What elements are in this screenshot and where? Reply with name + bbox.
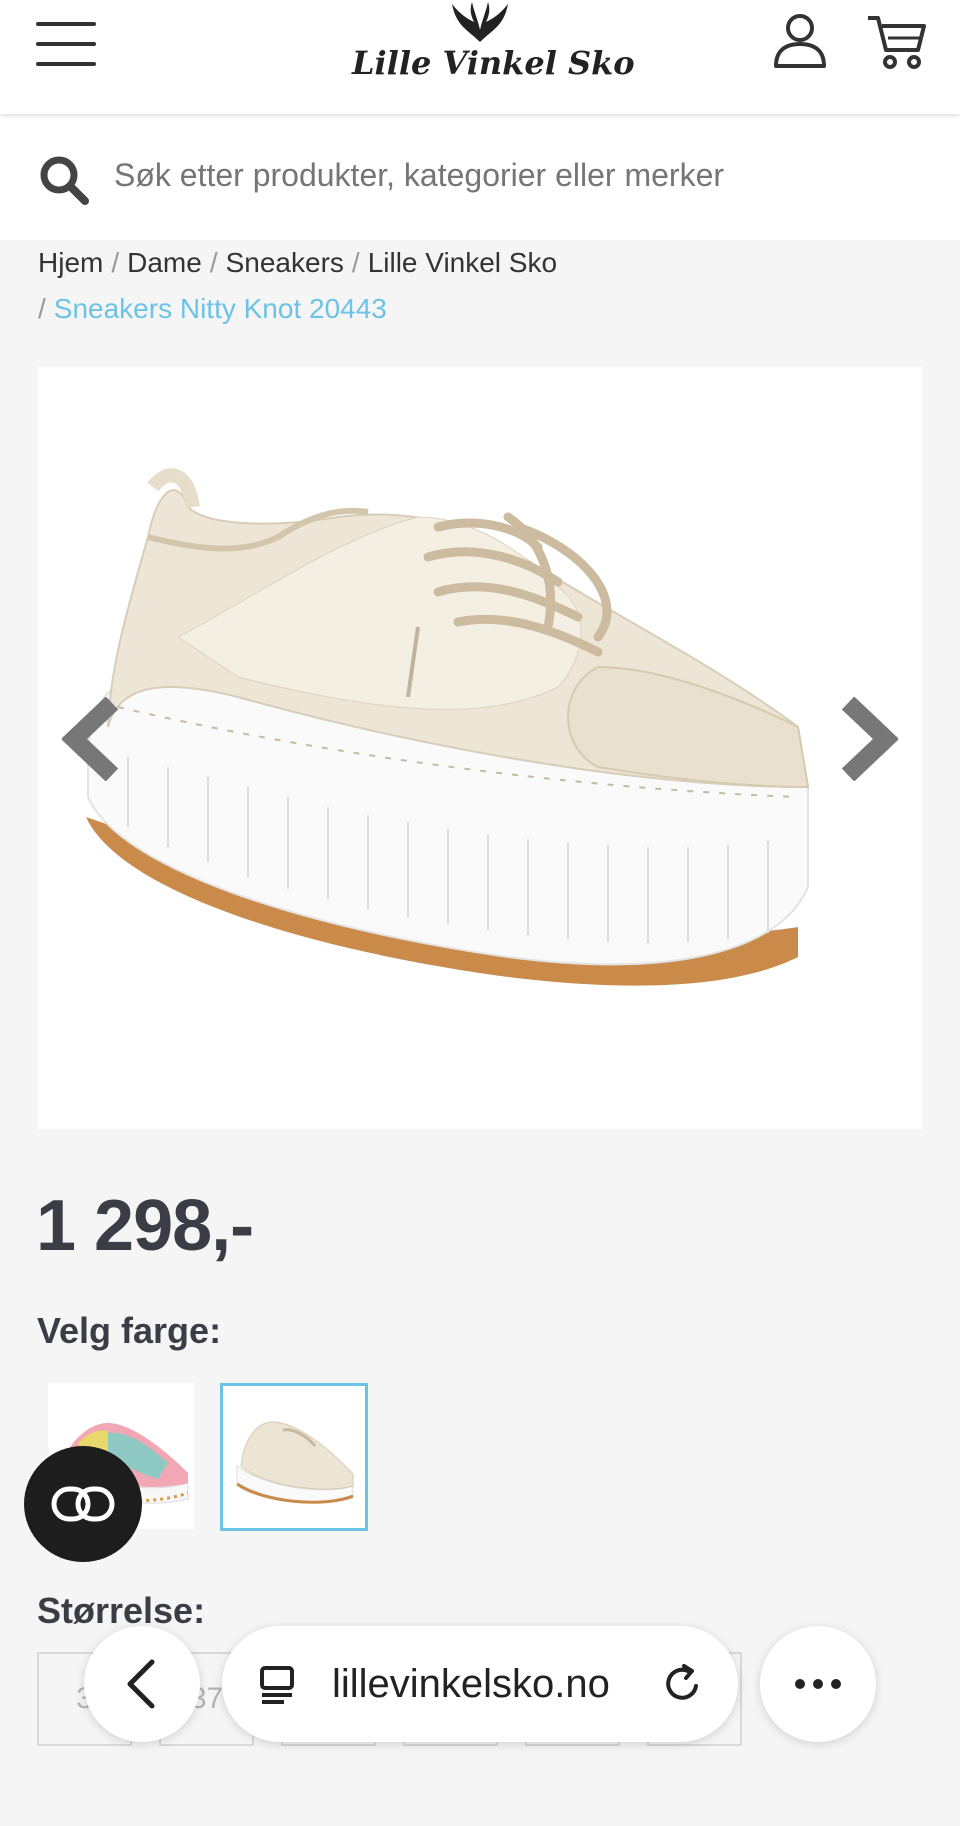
color-swatch-beige-selected[interactable] bbox=[220, 1383, 368, 1531]
link-fab-button[interactable] bbox=[24, 1446, 142, 1562]
more-dots-icon bbox=[795, 1679, 841, 1689]
brand-logo[interactable]: Lille Vinkel Sko bbox=[352, 0, 635, 100]
user-icon[interactable] bbox=[772, 12, 828, 70]
link-icon bbox=[51, 1486, 115, 1522]
size-label-text: Størrelse bbox=[37, 1590, 194, 1631]
product-image[interactable] bbox=[38, 367, 922, 1129]
reload-icon[interactable] bbox=[660, 1662, 704, 1706]
breadcrumb-sneakers[interactable]: Sneakers bbox=[226, 247, 344, 278]
breadcrumb-home[interactable]: Hjem bbox=[38, 247, 103, 278]
browser-back-button[interactable] bbox=[84, 1626, 200, 1742]
antler-logo-icon bbox=[452, 2, 508, 42]
browser-url: lillevinkelsko.no bbox=[332, 1662, 610, 1706]
breadcrumb-separator: / bbox=[209, 247, 218, 278]
back-arrow-icon bbox=[127, 1659, 155, 1709]
site-header: Lille Vinkel Sko bbox=[0, 0, 960, 114]
chevron-right-icon[interactable] bbox=[838, 697, 898, 781]
breadcrumb-current: Sneakers Nitty Knot 20443 bbox=[53, 293, 387, 324]
browser-more-button[interactable] bbox=[760, 1626, 876, 1742]
browser-address-bar[interactable]: lillevinkelsko.no bbox=[222, 1626, 738, 1742]
breadcrumb-dame[interactable]: Dame bbox=[127, 247, 202, 278]
breadcrumb-brand[interactable]: Lille Vinkel Sko bbox=[368, 247, 557, 278]
breadcrumb-separator: / bbox=[38, 293, 46, 324]
chevron-left-icon[interactable] bbox=[62, 697, 122, 781]
search-input[interactable] bbox=[112, 144, 916, 206]
breadcrumb-separator: / bbox=[111, 247, 120, 278]
color-label: Velg farge: bbox=[37, 1310, 222, 1351]
breadcrumb-separator: / bbox=[351, 247, 360, 278]
search-icon[interactable] bbox=[38, 154, 90, 206]
beige-sneaker-thumbnail bbox=[236, 1421, 354, 1504]
search-bar bbox=[0, 114, 960, 240]
sneaker-image bbox=[86, 468, 810, 986]
breadcrumb: Hjem / Dame / Sneakers / Lille Vinkel Sko / Snea… bbox=[38, 240, 938, 332]
brand-name: Lille Vinkel Sko bbox=[352, 44, 635, 82]
color-label-text: Velg farge bbox=[37, 1310, 210, 1351]
tabs-icon[interactable] bbox=[258, 1664, 298, 1706]
cart-icon[interactable] bbox=[866, 12, 926, 70]
menu-icon[interactable] bbox=[36, 22, 96, 70]
product-price: 1 298,- bbox=[36, 1186, 254, 1266]
